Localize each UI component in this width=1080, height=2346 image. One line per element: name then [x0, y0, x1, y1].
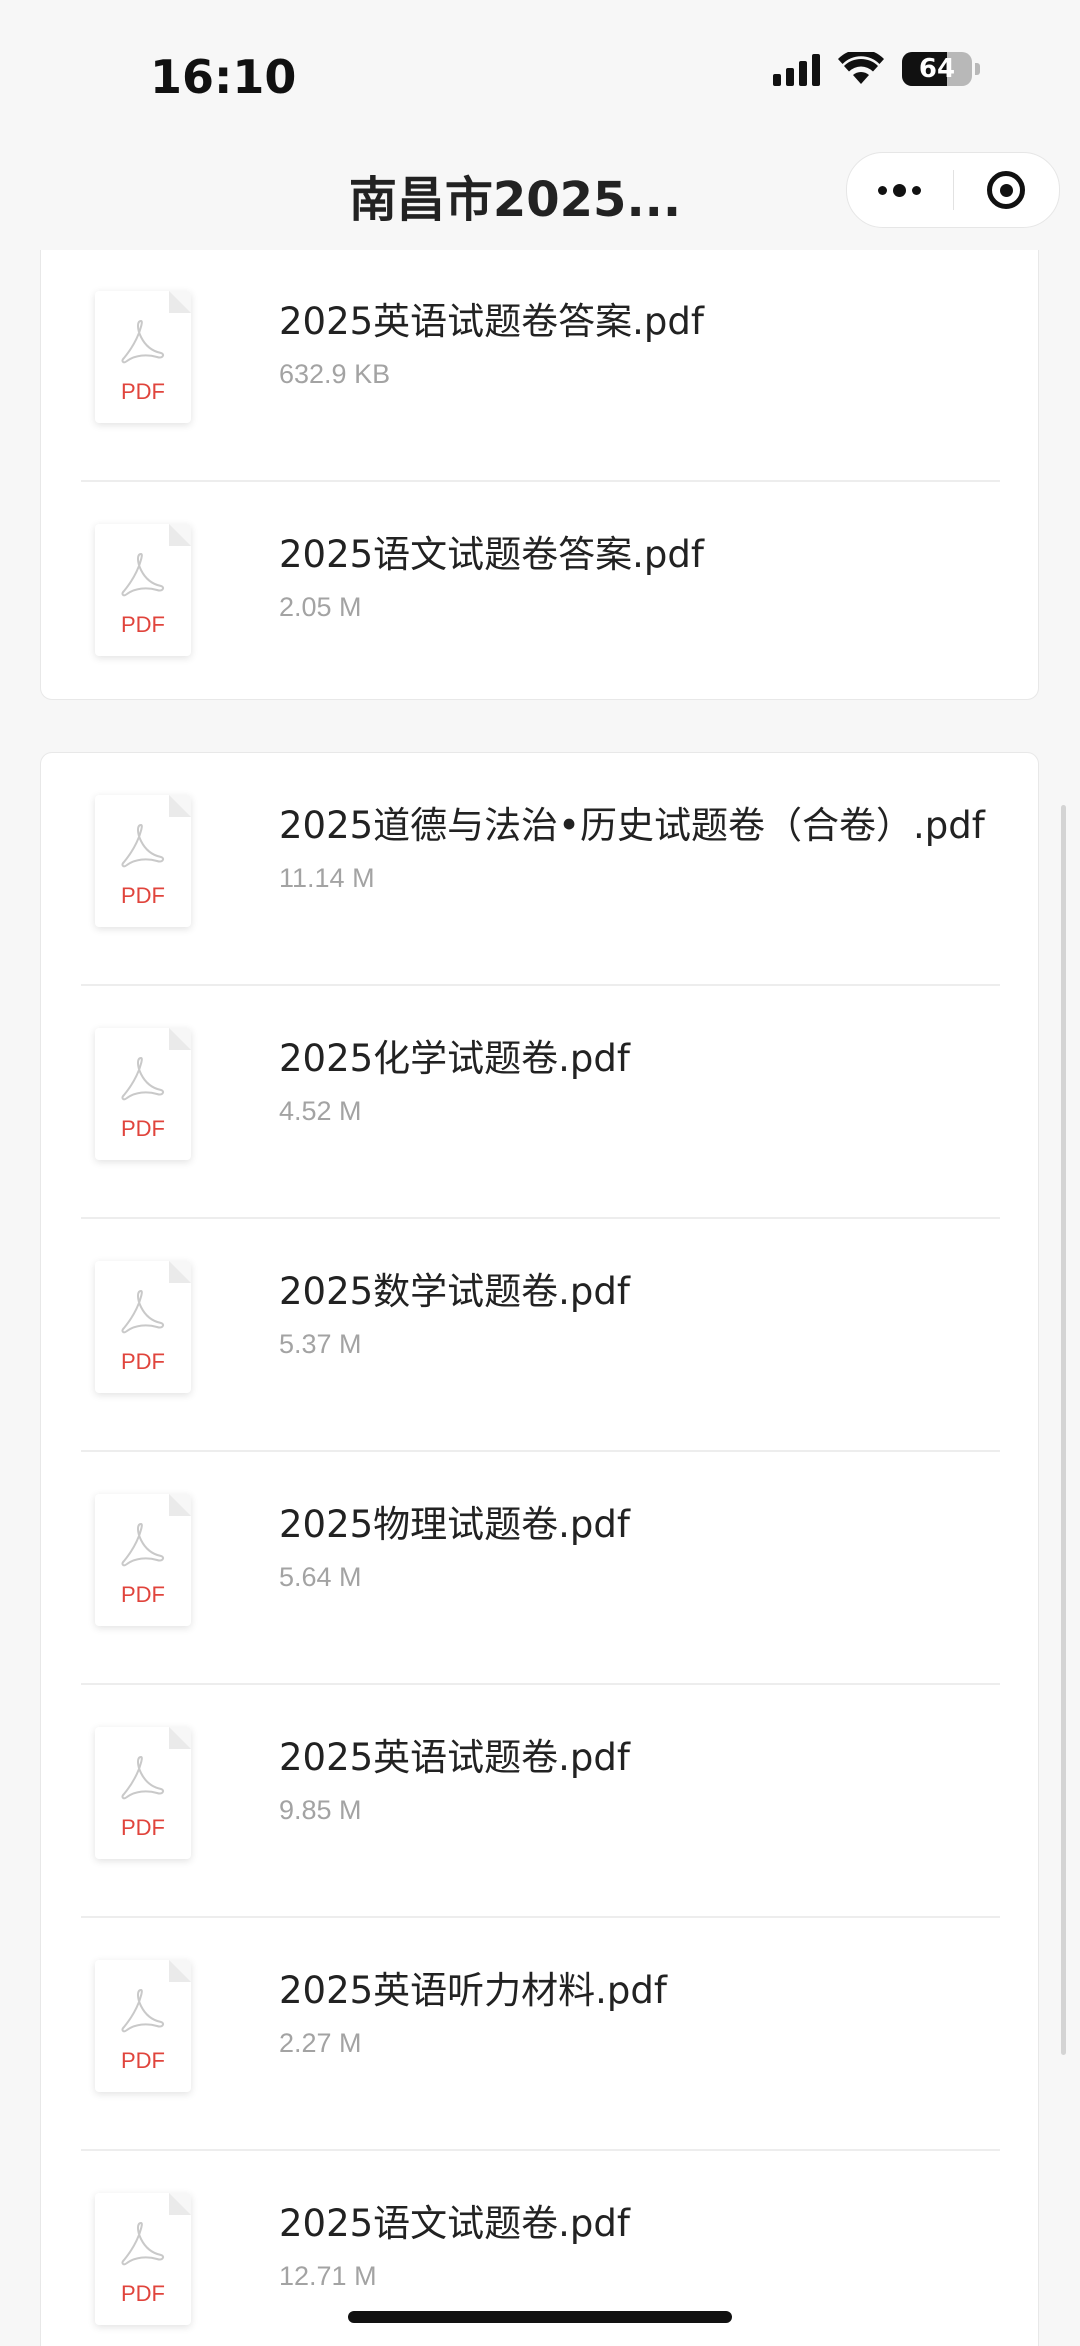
file-name: 2025道德与法治•历史试题卷（合卷）.pdf: [279, 804, 985, 847]
pdf-label: PDF: [121, 883, 165, 908]
file-item[interactable]: PDF 2025英语试题卷答案.pdf 632.9 KB: [81, 250, 1000, 482]
close-target-icon: [987, 171, 1026, 209]
pdf-file-icon: PDF: [95, 795, 191, 927]
pdf-label: PDF: [121, 1582, 165, 1607]
status-bar: 16:10 64: [0, 0, 1080, 140]
pdf-file-icon: PDF: [95, 291, 191, 423]
file-size: 9.85 M: [279, 1795, 362, 1825]
scrollbar[interactable]: [1061, 805, 1066, 2055]
file-size: 632.9 KB: [279, 359, 391, 389]
pdf-file-icon: PDF: [95, 1494, 191, 1626]
file-size: 12.71 M: [279, 2261, 377, 2291]
file-size: 4.52 M: [279, 1096, 362, 1126]
file-item[interactable]: PDF 2025语文试题卷答案.pdf 2.05 M: [81, 482, 1000, 715]
status-time: 16:10: [150, 50, 297, 104]
pdf-label: PDF: [121, 2281, 165, 2306]
file-name: 2025英语试题卷.pdf: [279, 1736, 630, 1779]
pdf-file-icon: PDF: [95, 2193, 191, 2325]
status-icons: 64: [773, 52, 980, 86]
file-name: 2025英语试题卷答案.pdf: [279, 300, 704, 343]
file-item[interactable]: PDF 2025化学试题卷.pdf 4.52 M: [81, 986, 1000, 1219]
file-name: 2025语文试题卷.pdf: [279, 2202, 630, 2245]
file-size: 5.64 M: [279, 1562, 362, 1592]
file-name: 2025英语听力材料.pdf: [279, 1969, 667, 2012]
pdf-label: PDF: [121, 1815, 165, 1840]
file-group-card: PDF 2025道德与法治•历史试题卷（合卷）.pdf 11.14 M PDF 2025…: [40, 752, 1039, 2346]
file-name: 2025化学试题卷.pdf: [279, 1037, 630, 1080]
more-button[interactable]: [847, 153, 953, 227]
pdf-file-icon: PDF: [95, 1028, 191, 1160]
file-item[interactable]: PDF 2025英语听力材料.pdf 2.27 M: [81, 1918, 1000, 2151]
pdf-label: PDF: [121, 379, 165, 404]
pdf-file-icon: PDF: [95, 1261, 191, 1393]
pdf-file-icon: PDF: [95, 524, 191, 656]
pdf-file-icon: PDF: [95, 1727, 191, 1859]
file-item[interactable]: PDF 2025数学试题卷.pdf 5.37 M: [81, 1219, 1000, 1452]
pdf-label: PDF: [121, 1349, 165, 1374]
file-size: 11.14 M: [279, 863, 375, 893]
file-item[interactable]: PDF 2025道德与法治•历史试题卷（合卷）.pdf 11.14 M: [81, 753, 1000, 986]
pdf-label: PDF: [121, 1116, 165, 1141]
nav-bar: 南昌市2025...: [0, 140, 1080, 250]
pdf-file-icon: PDF: [95, 1960, 191, 2092]
file-name: 2025物理试题卷.pdf: [279, 1503, 630, 1546]
battery-level: 64: [918, 54, 956, 84]
more-icon: [878, 183, 922, 197]
wifi-icon: [838, 52, 884, 84]
battery-nub: [975, 63, 980, 75]
file-item[interactable]: PDF 2025英语试题卷.pdf 9.85 M: [81, 1685, 1000, 1918]
pdf-label: PDF: [121, 612, 165, 637]
file-list-content[interactable]: PDF 2025英语试题卷答案.pdf 632.9 KB PDF 2025语文试题卷答案…: [0, 250, 1080, 2346]
file-name: 2025语文试题卷答案.pdf: [279, 533, 704, 576]
mini-program-capsule: [846, 152, 1060, 228]
file-group-card: PDF 2025英语试题卷答案.pdf 632.9 KB PDF 2025语文试题卷答案…: [40, 250, 1039, 700]
file-size: 2.27 M: [279, 2028, 362, 2058]
close-button[interactable]: [954, 153, 1060, 227]
file-size: 5.37 M: [279, 1329, 362, 1359]
pdf-label: PDF: [121, 2048, 165, 2073]
home-indicator[interactable]: [348, 2311, 732, 2323]
signal-icon: [773, 52, 820, 86]
file-item[interactable]: PDF 2025物理试题卷.pdf 5.64 M: [81, 1452, 1000, 1685]
file-size: 2.05 M: [279, 592, 362, 622]
battery-icon: 64: [902, 52, 972, 86]
file-name: 2025数学试题卷.pdf: [279, 1270, 630, 1313]
